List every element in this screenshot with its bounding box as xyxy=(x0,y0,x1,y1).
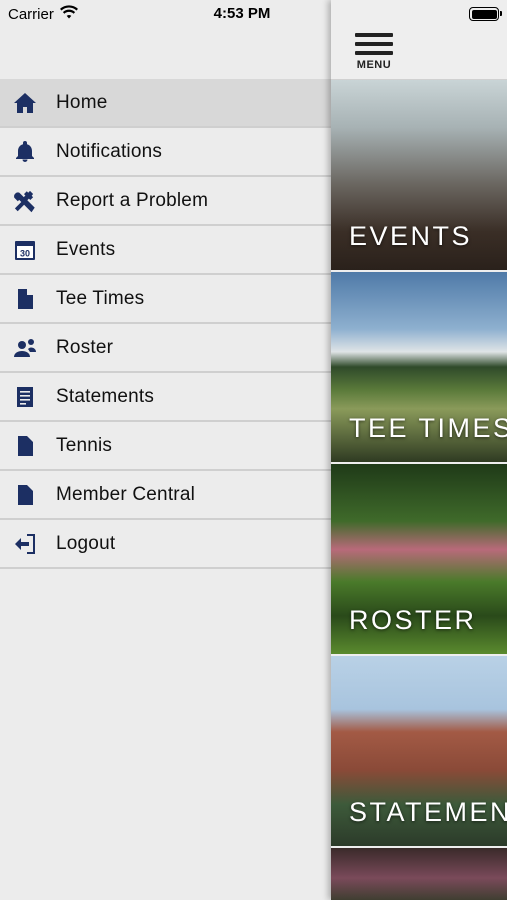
document-icon xyxy=(13,483,37,507)
tile-tee-times[interactable]: TEE TIMES xyxy=(331,272,507,462)
tile-label: EVENTS xyxy=(349,221,473,251)
menu-item-logout[interactable]: Logout xyxy=(0,520,331,569)
tile-statements[interactable]: STATEMENTS xyxy=(331,656,507,846)
calendar-icon: 30 xyxy=(13,238,37,262)
main-status-bar xyxy=(331,0,507,28)
tile-label: STATEMENTS xyxy=(349,797,507,827)
menu-item-notifications[interactable]: Notifications xyxy=(0,128,331,177)
people-icon xyxy=(13,336,37,360)
statement-icon xyxy=(13,385,37,409)
tile-label: TEE TIMES xyxy=(349,413,507,443)
tile-roster[interactable]: ROSTER xyxy=(331,464,507,654)
calendar-day: 30 xyxy=(20,249,30,259)
menu-item-label: Report a Problem xyxy=(56,189,209,211)
menu-item-label: Tee Times xyxy=(56,287,145,309)
menu-item-tee-times[interactable]: Tee Times xyxy=(0,275,331,324)
logout-icon xyxy=(13,532,37,556)
menu-item-label: Roster xyxy=(56,336,114,358)
side-drawer: Carrier 4:53 PM Home Notifications Repor… xyxy=(0,0,331,900)
menu-item-label: Member Central xyxy=(56,483,196,505)
menu-item-label: Home xyxy=(56,91,108,113)
main-panel: MENU EVENTS TEE TIMES ROSTER STATEMENTS xyxy=(331,0,507,900)
menu-item-home[interactable]: Home xyxy=(0,79,331,128)
bell-icon xyxy=(13,140,37,164)
home-icon xyxy=(13,91,37,115)
hamburger-icon xyxy=(355,33,393,37)
menu-item-statements[interactable]: Statements xyxy=(0,373,331,422)
battery-icon xyxy=(469,7,502,21)
menu-item-tennis[interactable]: Tennis xyxy=(0,422,331,471)
tools-icon xyxy=(13,189,37,213)
drawer-menu: Home Notifications Report a Problem 30 E… xyxy=(0,79,331,569)
menu-button[interactable]: MENU xyxy=(353,33,395,71)
tile-events[interactable]: EVENTS xyxy=(331,80,507,270)
document-icon xyxy=(13,434,37,458)
menu-item-label: Tennis xyxy=(56,434,113,456)
menu-item-label: Logout xyxy=(56,532,116,554)
menu-item-member-central[interactable]: Member Central xyxy=(0,471,331,520)
menu-item-report-problem[interactable]: Report a Problem xyxy=(0,177,331,226)
menu-item-label: Events xyxy=(56,238,116,260)
tile-partial[interactable] xyxy=(331,848,507,900)
menu-button-label: MENU xyxy=(356,59,392,71)
menu-item-label: Statements xyxy=(56,385,155,407)
tile-label: ROSTER xyxy=(349,605,477,635)
menu-item-label: Notifications xyxy=(56,140,163,162)
menu-item-roster[interactable]: Roster xyxy=(0,324,331,373)
nav-bar: MENU xyxy=(331,28,507,80)
document-icon xyxy=(13,287,37,311)
menu-item-events[interactable]: 30 Events xyxy=(0,226,331,275)
